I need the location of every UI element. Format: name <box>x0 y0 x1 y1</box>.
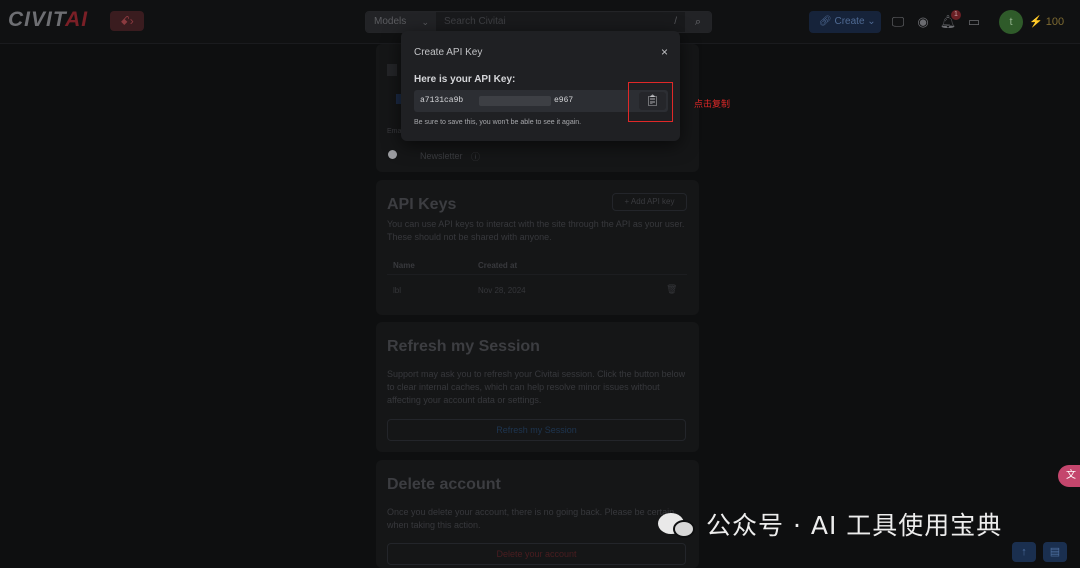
chat-icon[interactable]: ▭ <box>965 12 983 32</box>
copy-annotation: 点击复制 <box>694 99 731 109</box>
column-header-name: Name <box>393 261 415 270</box>
translate-icon[interactable]: 文 <box>1058 465 1080 487</box>
search-input[interactable]: Search Civitai <box>444 12 506 32</box>
refresh-description: Support may ask you to refresh your Civi… <box>387 369 686 405</box>
copy-highlight-box <box>628 82 673 122</box>
chat-icon: ▤ <box>1049 546 1061 558</box>
api-key-end: e967 <box>554 96 574 105</box>
notification-count: 1 <box>951 10 961 20</box>
buzz-balance[interactable]: ⚡ 100 <box>1029 12 1064 32</box>
plus-icon: + <box>624 197 630 206</box>
api-keys-card: API Keys + Add API key You can use API k… <box>376 180 699 315</box>
search-icon: ⌕ <box>694 16 702 28</box>
close-icon[interactable]: × <box>661 45 668 59</box>
row-name: lbl <box>393 286 402 295</box>
trash-icon[interactable]: 🗑︎ <box>666 284 677 295</box>
save-warning: Be sure to save this, you won't be able … <box>414 119 582 126</box>
newsletter-label: Newsletter <box>420 151 463 161</box>
delete-account-button[interactable]: Delete your account <box>387 543 686 565</box>
delete-account-card: Delete account Once you delete your acco… <box>376 460 699 568</box>
dialog-title: Create API Key <box>414 47 483 58</box>
api-key-start: a7131ca9b <box>420 96 464 105</box>
row-created: Nov 28, 2024 <box>478 286 526 295</box>
wechat-icon <box>658 509 698 539</box>
watermark: 公众号 · AI 工具使用宝典 <box>658 506 1002 542</box>
add-api-key-button[interactable]: + Add API key <box>612 193 687 211</box>
link-icon: 🔗︎ <box>819 16 832 27</box>
delete-description: Once you delete your account, there is n… <box>387 507 675 530</box>
column-header-created: Created at <box>478 261 518 270</box>
arrow-up-icon: ↑ <box>1021 546 1027 558</box>
chevron-down-icon: ⌄ <box>867 16 876 27</box>
upload-icon[interactable]: 🖵 <box>889 12 907 32</box>
search-type-select[interactable]: Models ⌄ <box>366 12 436 32</box>
api-key-redaction <box>479 96 551 106</box>
search-shortcut-hint: / <box>674 16 677 27</box>
create-button[interactable]: 🔗︎ Create ⌄ <box>809 11 881 33</box>
civitai-logo[interactable]: CIVITAI <box>8 8 88 32</box>
avatar[interactable]: t <box>999 10 1023 34</box>
delete-title: Delete account <box>387 476 501 493</box>
refresh-session-button[interactable]: Refresh my Session <box>387 419 686 441</box>
chevron-down-icon: ⌄ <box>421 17 429 27</box>
eye-icon[interactable]: ◉ <box>914 12 932 32</box>
search-bar: Models ⌄ Search Civitai / ⌕ <box>365 11 712 33</box>
newsletter-toggle[interactable] <box>388 150 397 159</box>
refresh-title: Refresh my Session <box>387 338 540 355</box>
search-button[interactable]: ⌕ <box>685 12 711 32</box>
api-keys-title: API Keys <box>387 196 457 213</box>
table-divider <box>387 274 687 275</box>
watermark-text: 公众号 · AI 工具使用宝典 <box>706 511 1003 540</box>
chat-button[interactable]: ▤ <box>1043 542 1067 562</box>
scroll-top-button[interactable]: ↑ <box>1012 542 1036 562</box>
info-icon[interactable]: ⓘ <box>471 150 480 163</box>
api-key-label: Here is your API Key: <box>414 74 516 85</box>
refresh-session-card: Refresh my Session Support may ask you t… <box>376 322 699 452</box>
card-marker <box>387 64 397 76</box>
api-keys-description: You can use API keys to interact with th… <box>387 219 685 242</box>
logo-badge[interactable]: ꗃ› <box>110 11 144 31</box>
